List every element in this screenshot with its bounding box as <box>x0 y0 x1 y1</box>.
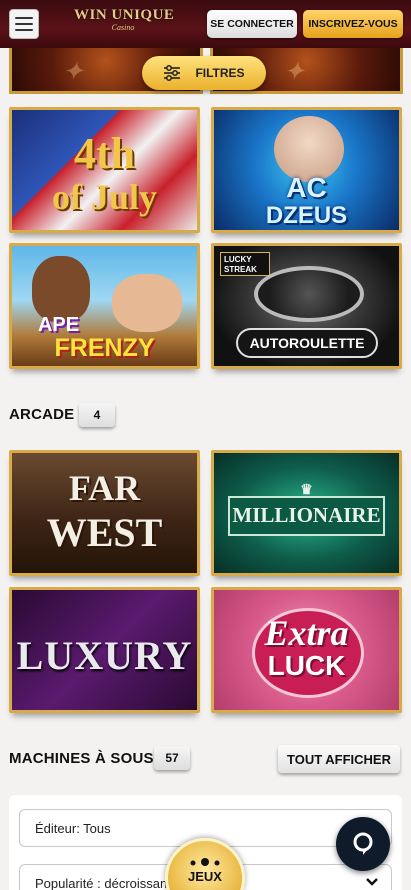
slots-count-badge: 57 <box>154 746 190 770</box>
sliders-icon <box>164 65 181 81</box>
roulette-wheel <box>254 266 364 322</box>
arcade-count-badge: 4 <box>79 403 115 427</box>
hamburger-icon <box>15 17 33 19</box>
game-subtitle: FRENZY <box>54 334 155 362</box>
badge-line1: LUCKY <box>224 255 252 264</box>
game-title: FAR <box>68 468 141 508</box>
games-label: JEUX <box>188 869 222 884</box>
signup-button[interactable]: INSCRIVEZ-VOUS <box>303 10 403 38</box>
crown-icon: ♛ <box>300 481 313 497</box>
game-title: LUXURY <box>16 633 193 678</box>
game-subtitle: LUCK <box>267 650 346 681</box>
game-title: AC <box>286 172 327 203</box>
logo-sub-text: Casino <box>111 23 135 32</box>
filters-label: FILTRES <box>195 66 245 80</box>
game-tile-extra-luck[interactable]: Extra LUCK <box>211 587 402 713</box>
filters-button[interactable]: FILTRES <box>142 56 266 90</box>
badge-line2: STREAK <box>224 265 257 274</box>
dots-icon <box>190 858 220 866</box>
chevron-down-icon <box>366 878 378 886</box>
section-title-slots: MACHINES À SOUS <box>9 750 154 767</box>
editor-select-value: Éditeur: Tous <box>35 820 111 836</box>
casino-logo[interactable]: WIN UNIQUE Casino <box>74 7 175 41</box>
sort-select-value: Popularité : décroissant <box>35 875 171 890</box>
game-subtitle: WEST <box>46 510 163 555</box>
games-dots-icon <box>168 855 242 867</box>
game-title: AUTOROULETTE <box>236 328 378 358</box>
hamburger-icon-line <box>15 23 33 25</box>
game-subtitle: DZEUS <box>265 202 348 229</box>
game-tile-ape-frenzy[interactable]: APE FRENZY <box>9 243 200 369</box>
game-tile-luxury[interactable]: LUXURY <box>9 587 200 713</box>
game-title: 4th <box>73 129 136 178</box>
game-tile-4th-of-july[interactable]: 4th of July <box>9 107 200 233</box>
show-all-button[interactable]: TOUT AFFICHER <box>278 745 400 773</box>
section-title-arcade: ARCADE <box>9 406 75 423</box>
game-tile-millionaire[interactable]: MILLIONAIRE ♛ <box>211 450 402 576</box>
hamburger-menu-button[interactable] <box>9 9 39 39</box>
banner-decoration: ✦ <box>62 57 84 86</box>
game-subtitle: of July <box>51 177 157 217</box>
game-tile-acdzeus[interactable]: AC DZEUS <box>211 107 402 233</box>
login-button[interactable]: SE CONNECTER <box>207 10 297 38</box>
logo-main-text: WIN UNIQUE <box>74 7 175 23</box>
game-tile-autoroulette[interactable]: LUCKY STREAK AUTOROULETTE <box>211 243 402 369</box>
chat-icon <box>353 832 373 855</box>
hamburger-icon-line <box>15 29 33 31</box>
banner-decoration: ✦ <box>283 57 305 86</box>
ape-illustration <box>32 256 90 322</box>
top-header: WIN UNIQUE Casino SE CONNECTER INSCRIVEZ… <box>0 0 411 48</box>
game-tile-far-west[interactable]: FAR WEST <box>9 450 200 576</box>
lucky-streak-badge: LUCKY STREAK <box>220 252 270 276</box>
chat-button[interactable] <box>336 817 390 871</box>
game-title: MILLIONAIRE <box>232 503 381 527</box>
game-title: Extra <box>264 613 349 653</box>
